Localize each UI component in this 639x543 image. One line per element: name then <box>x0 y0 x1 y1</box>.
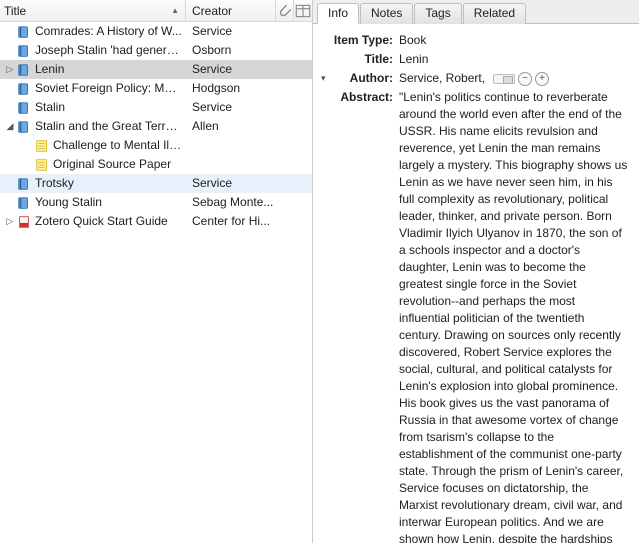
item-title: Lenin <box>35 60 64 79</box>
column-header-attachment[interactable] <box>276 0 294 21</box>
title-value[interactable]: Lenin <box>399 51 629 68</box>
item-creator: Service <box>186 98 312 117</box>
author-value[interactable]: Service, Robert, <box>399 70 485 87</box>
item-creator: Service <box>186 22 312 41</box>
paperclip-icon <box>276 2 293 19</box>
abstract-label: Abstract: <box>321 89 399 106</box>
item-list-pane: Title ▲ Creator Comrades: A History of W… <box>0 0 313 543</box>
twisty-icon[interactable]: ▷ <box>4 212 16 231</box>
tab-notes[interactable]: Notes <box>360 3 413 24</box>
tree-row[interactable]: ◢ Stalin and the Great Terror...Allen <box>0 117 312 136</box>
note-icon <box>34 138 50 154</box>
item-title: Stalin <box>35 98 65 117</box>
column-picker-icon <box>294 2 312 20</box>
tree-row[interactable]: Soviet Foreign Policy: Men...Hodgson <box>0 79 312 98</box>
item-type-label: Item Type: <box>321 32 399 49</box>
twisty-icon[interactable]: ▷ <box>4 60 16 79</box>
item-title: Trotsky <box>35 174 74 193</box>
pdf-icon <box>16 214 32 230</box>
item-title: Joseph Stalin 'had generati... <box>35 41 182 60</box>
tree-row[interactable]: ▷ Lenin Service <box>0 60 312 79</box>
item-creator: Center for Hi... <box>186 212 312 231</box>
tab-tags[interactable]: Tags <box>414 3 461 24</box>
item-creator: Service <box>186 60 312 79</box>
detail-tabs: InfoNotesTagsRelated <box>313 0 639 24</box>
item-tree[interactable]: Comrades: A History of W...ServiceJoseph… <box>0 22 312 543</box>
book-icon <box>16 119 32 135</box>
author-add-button[interactable]: + <box>535 72 549 86</box>
tree-row[interactable]: Original Source Paper <box>0 155 312 174</box>
tree-row[interactable]: Challenge to Mental Illn... <box>0 136 312 155</box>
item-creator: Sebag Monte... <box>186 193 312 212</box>
item-title: Challenge to Mental Illn... <box>53 136 182 155</box>
column-picker[interactable] <box>294 0 312 21</box>
item-creator: Allen <box>186 117 312 136</box>
sort-indicator-icon: ▲ <box>171 6 179 15</box>
item-creator: Osborn <box>186 41 312 60</box>
column-headers: Title ▲ Creator <box>0 0 312 22</box>
book-icon <box>16 81 32 97</box>
item-title: Comrades: A History of W... <box>35 22 182 41</box>
item-detail-pane: InfoNotesTagsRelated Item Type: Book Tit… <box>313 0 639 543</box>
book-icon <box>16 43 32 59</box>
column-header-creator[interactable]: Creator <box>186 0 276 21</box>
item-title: Original Source Paper <box>53 155 171 174</box>
tree-row[interactable]: Joseph Stalin 'had generati...Osborn <box>0 41 312 60</box>
author-controls: − + <box>493 72 549 86</box>
tree-row[interactable]: Stalin Service <box>0 98 312 117</box>
tree-row[interactable]: Trotsky Service <box>0 174 312 193</box>
column-title-label: Title <box>4 4 26 18</box>
tree-row[interactable]: Comrades: A History of W...Service <box>0 22 312 41</box>
tree-row[interactable]: ▷ Zotero Quick Start Guide Center for Hi..… <box>0 212 312 231</box>
tab-related[interactable]: Related <box>463 3 526 24</box>
tree-row[interactable]: Young Stalin Sebag Monte... <box>0 193 312 212</box>
book-icon <box>16 176 32 192</box>
item-creator: Hodgson <box>186 79 312 98</box>
column-header-title[interactable]: Title ▲ <box>0 0 186 21</box>
author-label: Author: <box>331 70 399 87</box>
author-remove-button[interactable]: − <box>518 72 532 86</box>
tab-info[interactable]: Info <box>317 3 359 24</box>
note-icon <box>34 157 50 173</box>
book-icon <box>16 62 32 78</box>
item-type-value[interactable]: Book <box>399 32 629 49</box>
abstract-value[interactable]: "Lenin's politics continue to reverberat… <box>399 89 629 543</box>
title-label: Title: <box>321 51 399 68</box>
item-creator: Service <box>186 174 312 193</box>
detail-body: Item Type: Book Title: Lenin ▾ Author: S… <box>313 24 639 543</box>
item-title: Stalin and the Great Terror... <box>35 117 182 136</box>
column-creator-label: Creator <box>192 4 232 18</box>
twisty-icon[interactable]: ◢ <box>4 117 16 136</box>
author-mode-toggle[interactable] <box>493 74 515 84</box>
book-icon <box>16 100 32 116</box>
item-title: Young Stalin <box>35 193 102 212</box>
item-title: Soviet Foreign Policy: Men... <box>35 79 182 98</box>
book-icon <box>16 24 32 40</box>
author-expand-icon[interactable]: ▾ <box>321 70 331 87</box>
book-icon <box>16 195 32 211</box>
item-title: Zotero Quick Start Guide <box>35 212 168 231</box>
